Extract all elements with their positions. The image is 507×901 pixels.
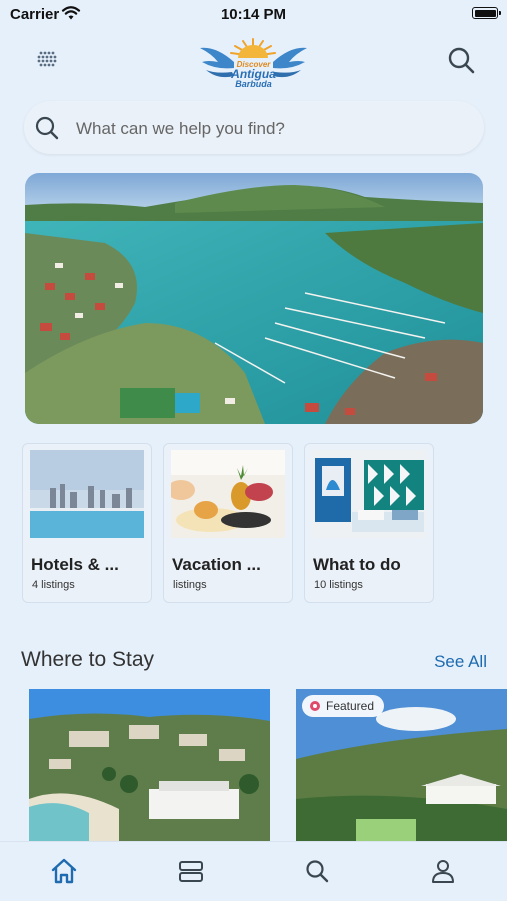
clock: 10:14 PM xyxy=(220,6,287,23)
tab-bar xyxy=(0,841,507,901)
featured-dot-icon xyxy=(310,701,320,711)
category-image xyxy=(30,450,144,538)
search-icon[interactable] xyxy=(302,856,332,886)
category-image xyxy=(171,450,285,538)
search-bar[interactable] xyxy=(24,101,484,154)
search-icon xyxy=(35,116,59,140)
category-card-vacation[interactable]: Vacation ... listings xyxy=(163,443,293,603)
category-card-what-to-do[interactable]: What to do 10 listings xyxy=(304,443,434,603)
section-title-where-to-stay: Where to Stay xyxy=(21,648,155,671)
grid-dots-icon[interactable] xyxy=(32,44,62,74)
featured-badge: Featured xyxy=(302,695,385,717)
stay-card[interactable]: Featured xyxy=(296,689,507,841)
search-icon[interactable] xyxy=(445,44,477,76)
logo-text-barbuda: Barbuda xyxy=(235,79,272,89)
category-count: 10 listings xyxy=(314,579,363,591)
hero-image[interactable] xyxy=(25,173,483,424)
category-title: Hotels & ... xyxy=(31,555,119,574)
app-logo[interactable]: Discover Antigua Barbuda xyxy=(196,36,311,89)
battery-icon xyxy=(472,7,501,19)
home-icon[interactable] xyxy=(49,856,79,886)
category-count: 4 listings xyxy=(32,579,75,591)
see-all-link[interactable]: See All xyxy=(434,652,487,672)
status-bar: Carrier 10:14 PM xyxy=(0,0,507,28)
category-image xyxy=(312,450,426,538)
stay-card[interactable] xyxy=(29,689,270,841)
listings-icon[interactable] xyxy=(176,856,206,886)
category-title: What to do xyxy=(313,555,401,574)
stay-card-image xyxy=(29,689,270,841)
profile-icon[interactable] xyxy=(428,856,458,886)
app-header: Discover Antigua Barbuda xyxy=(0,30,507,92)
featured-label: Featured xyxy=(326,699,375,713)
search-input[interactable] xyxy=(74,111,468,146)
category-title: Vacation ... xyxy=(172,555,261,574)
category-card-hotels[interactable]: Hotels & ... 4 listings xyxy=(22,443,152,603)
category-count: listings xyxy=(173,579,207,591)
